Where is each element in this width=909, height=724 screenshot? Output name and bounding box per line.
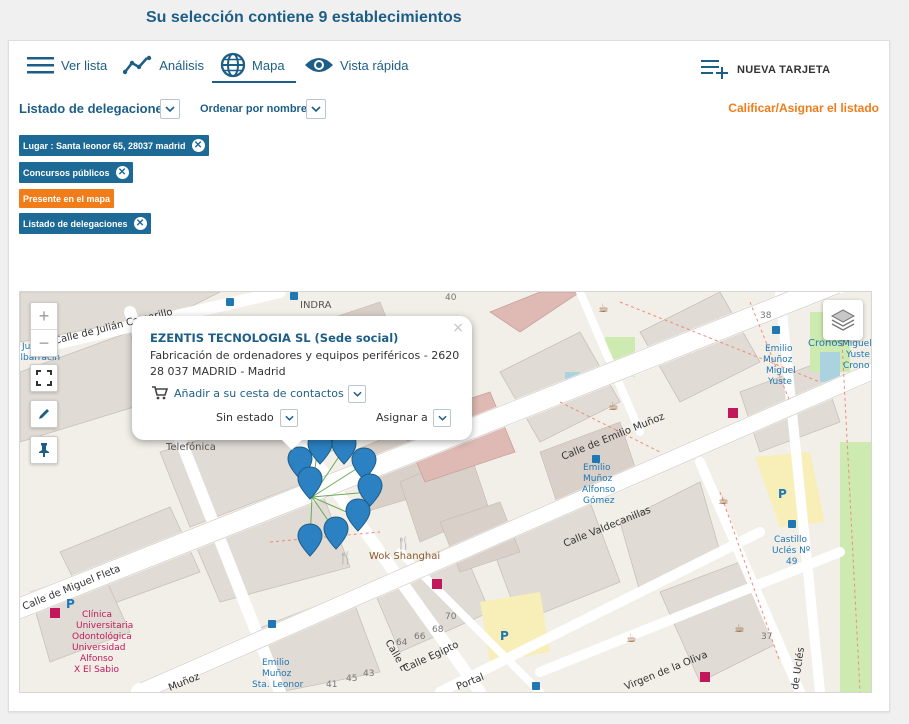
close-icon[interactable]: ✕	[133, 217, 147, 230]
chevron-down-icon	[284, 415, 294, 421]
close-icon[interactable]: ×	[452, 320, 464, 336]
line-chart-icon	[123, 55, 153, 75]
house-number: 68	[432, 625, 444, 635]
house-number: 43	[363, 669, 374, 679]
restaurant-icon: 🍴	[396, 536, 411, 550]
cafe-icon: ☕	[718, 493, 729, 507]
tab-label: Vista rápida	[340, 57, 409, 73]
map-label-wok: Wok Shanghai	[369, 551, 440, 562]
eye-icon	[304, 55, 334, 75]
new-card-label: NUEVA TARJETA	[737, 63, 831, 76]
tab-label: Mapa	[252, 57, 285, 73]
rate-assign-link[interactable]: Calificar/Asignar el listado	[728, 101, 879, 115]
cafe-icon: ☕	[608, 399, 619, 413]
page-title: Su selección contiene 9 establecimientos	[146, 9, 462, 26]
popup-desc-line: 28 037 MADRID - Madrid	[150, 365, 286, 378]
popup-title[interactable]: EZENTIS TECNOLOGIA SL (Sede social)	[150, 331, 398, 345]
house-number: 38	[760, 311, 772, 321]
tab-label: Ver lista	[61, 57, 108, 73]
cafe-icon: ☕	[734, 621, 745, 635]
layers-button[interactable]	[823, 300, 863, 340]
filter-chip-on-map: Presente en el mapa	[19, 189, 115, 208]
add-list-icon	[701, 57, 729, 82]
chevron-down-icon	[311, 106, 321, 112]
list-controls: Listado de delegaciones Ordenar por nomb…	[19, 99, 879, 119]
tab-map[interactable]: Mapa	[212, 49, 297, 83]
filter-chip-label: Listado de delegaciones	[23, 218, 128, 229]
pharmacy-icon	[728, 408, 738, 418]
chevron-down-icon	[352, 391, 362, 397]
house-number: 40	[445, 293, 457, 303]
house-number: 37	[761, 632, 772, 642]
add-to-cart-label: Añadir a su cesta de contactos	[174, 386, 344, 400]
map-popup: × EZENTIS TECNOLOGIA SL (Sede social) Fa…	[132, 316, 472, 450]
map-label-stop: Miguel Yuste Crono	[842, 339, 871, 371]
map-label-indra: INDRA	[300, 300, 332, 311]
fullscreen-icon	[36, 370, 52, 386]
cart-icon	[152, 386, 168, 400]
layers-icon	[830, 309, 856, 331]
sort-dropdown-label: Ordenar por nombre	[200, 103, 307, 115]
house-number: 45	[346, 674, 357, 684]
popup-desc-line: Fabricación de ordenadores y equipos per…	[150, 349, 460, 362]
pharmacy-icon	[432, 579, 442, 589]
filter-chip-label: Presente en el mapa	[23, 193, 111, 204]
house-number: 41	[326, 680, 337, 690]
house-number: 66	[414, 632, 426, 642]
filter-chip-location: Lugar : Santa leonor 65, 28037 madrid ✕	[19, 135, 209, 156]
pin-button[interactable]	[30, 436, 58, 464]
cafe-icon: ☕	[598, 301, 609, 315]
zoom-control: + −	[30, 302, 58, 357]
map-view[interactable]: Calle de Julián Camarillo Calle de Migue…	[19, 291, 872, 693]
tab-quick-view[interactable]: Vista rápida	[296, 49, 416, 81]
tab-label: Análisis	[159, 57, 205, 73]
new-card-button[interactable]: NUEVA TARJETA	[701, 57, 830, 82]
state-label: Sin estado	[216, 411, 274, 424]
map-label-telefonica: Telefónica	[165, 441, 216, 453]
view-tabs: Ver lista Análisis Mapa Vista rápida	[19, 49, 416, 83]
state-dropdown-button[interactable]	[280, 409, 298, 427]
fullscreen-button[interactable]	[30, 364, 58, 392]
zoom-in-button[interactable]: +	[31, 303, 57, 329]
restaurant-icon: 🍴	[338, 551, 353, 565]
house-number: 70	[445, 612, 457, 622]
assign-label: Asignar a	[376, 411, 428, 424]
popup-description: Fabricación de ordenadores y equipos per…	[150, 348, 460, 380]
list-dropdown-label: Listado de delegaciones	[19, 101, 170, 116]
filter-chip-label: Lugar : Santa leonor 65, 28037 madrid	[23, 140, 186, 151]
chevron-down-icon	[165, 106, 175, 112]
map-label-stop: Emilio Muñoz Alfonso Gómez	[582, 463, 618, 506]
parking-icon: P	[500, 629, 509, 643]
list-icon	[27, 55, 55, 75]
chevron-down-icon	[437, 415, 447, 421]
close-icon[interactable]: ✕	[191, 139, 205, 152]
tab-list[interactable]: Ver lista	[19, 49, 115, 81]
house-number: 64	[396, 638, 408, 648]
parking-icon: P	[778, 487, 787, 501]
parking-icon: P	[66, 597, 75, 611]
pharmacy-icon	[700, 672, 710, 682]
filter-chip-tenders: Concursos públicos ✕	[19, 162, 133, 183]
list-dropdown-button[interactable]	[160, 99, 180, 119]
main-panel: Ver lista Análisis Mapa Vista rápida NUE…	[8, 40, 890, 712]
filter-chip-label: Concursos públicos	[23, 167, 110, 178]
close-icon[interactable]: ✕	[115, 166, 129, 179]
draw-button[interactable]	[30, 400, 58, 428]
pharmacy-icon	[50, 608, 60, 618]
add-to-cart-link[interactable]: Añadir a su cesta de contactos	[152, 386, 344, 400]
filter-chip-delegations: Listado de delegaciones ✕	[19, 213, 151, 234]
pencil-icon	[39, 409, 49, 419]
zoom-out-button[interactable]: −	[31, 329, 57, 356]
sort-dropdown-button[interactable]	[306, 99, 326, 119]
assign-dropdown-button[interactable]	[433, 409, 451, 427]
pin-icon	[39, 443, 49, 457]
globe-icon	[220, 52, 246, 78]
cart-dropdown-button[interactable]	[348, 385, 366, 403]
tab-analysis[interactable]: Análisis	[115, 49, 212, 81]
cafe-icon: ☕	[626, 631, 637, 645]
